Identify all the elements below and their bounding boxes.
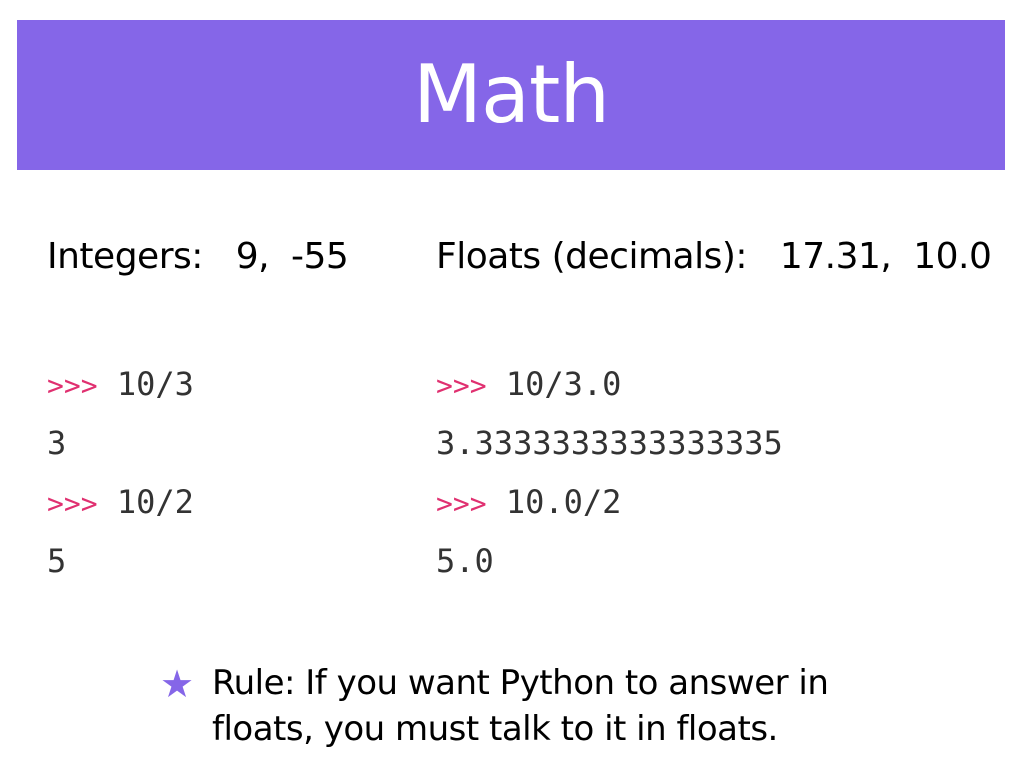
star-icon: ★ [160, 662, 195, 706]
rule-text: Rule: If you want Python to answer in fl… [212, 660, 829, 752]
code-output: 3.3333333333333335 [436, 414, 783, 473]
repl-prompt: >>> [47, 487, 98, 520]
code-output: 5.0 [436, 532, 783, 591]
code-output: 5 [47, 532, 194, 591]
integers-heading: Integers: 9, -55 [47, 236, 349, 277]
code-line: >>> 10/3.0 [436, 355, 783, 414]
repl-prompt: >>> [436, 369, 487, 402]
title-bar: Math [17, 20, 1005, 170]
slide: Math Integers: 9, -55 Floats (decimals):… [0, 0, 1024, 768]
floats-heading: Floats (decimals): 17.31, 10.0 [436, 236, 992, 277]
repl-prompt: >>> [436, 487, 487, 520]
slide-title: Math [412, 48, 610, 141]
code-line: >>> 10/3 [47, 355, 194, 414]
floats-code-block: >>> 10/3.0 3.3333333333333335 >>> 10.0/2… [436, 355, 783, 591]
rule-line-2: floats, you must talk to it in floats. [212, 709, 778, 749]
code-output: 3 [47, 414, 194, 473]
integers-code-block: >>> 10/3 3 >>> 10/2 5 [47, 355, 194, 591]
code-text: 10.0/2 [505, 483, 622, 521]
rule-callout: ★ Rule: If you want Python to answer in … [160, 660, 920, 752]
rule-line-1: Rule: If you want Python to answer in [212, 663, 829, 703]
code-text: 10/3.0 [505, 365, 622, 403]
code-text: 3.3333333333333335 [436, 424, 783, 462]
code-line: >>> 10.0/2 [436, 473, 783, 532]
code-text: 5.0 [436, 542, 494, 580]
code-line: >>> 10/2 [47, 473, 194, 532]
code-text: 3 [47, 424, 67, 462]
code-text: 5 [47, 542, 67, 580]
code-text: 10/2 [116, 483, 194, 521]
code-text: 10/3 [116, 365, 194, 403]
repl-prompt: >>> [47, 369, 98, 402]
